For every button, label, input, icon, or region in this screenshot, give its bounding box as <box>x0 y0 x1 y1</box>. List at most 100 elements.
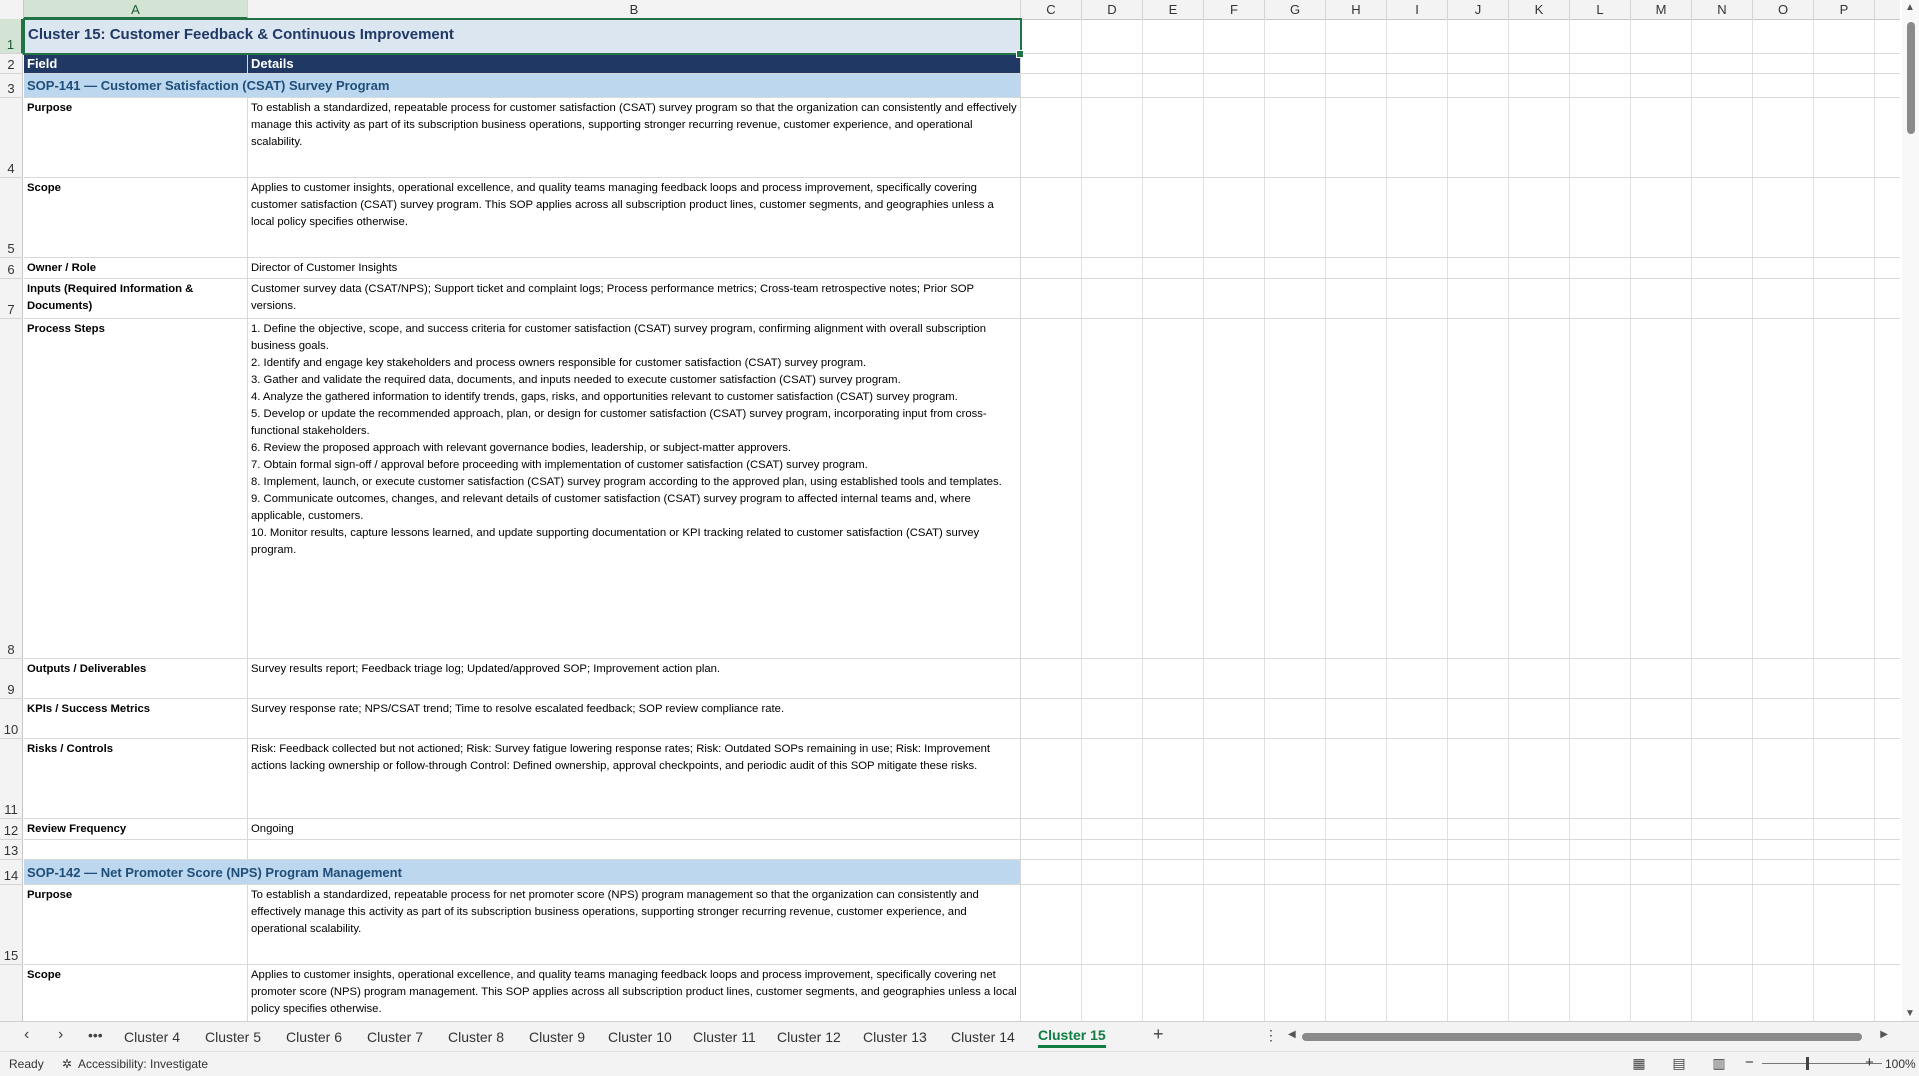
row-header-3[interactable]: 3 <box>0 74 23 98</box>
vertical-scrollbar[interactable]: ▲ ▼ <box>1902 0 1919 1021</box>
column-header-d[interactable]: D <box>1082 0 1143 19</box>
sheet-tab[interactable]: Cluster 8 <box>448 1026 504 1048</box>
sheet-tab[interactable]: Cluster 7 <box>367 1026 423 1048</box>
sheet-tab[interactable]: Cluster 11 <box>693 1026 756 1048</box>
column-header-f[interactable]: F <box>1204 0 1265 19</box>
zoom-out-icon[interactable]: − <box>1745 1054 1754 1071</box>
scroll-right-icon[interactable]: ▶ <box>1880 1029 1888 1040</box>
worksheet-grid[interactable]: A B C D E F G H I J K L M N O P 1 2 3 4 … <box>0 0 1919 1021</box>
column-header-n[interactable]: N <box>1692 0 1753 19</box>
row-header-11[interactable]: 11 <box>0 739 23 819</box>
row-header-15[interactable]: 15 <box>0 885 23 965</box>
row-header-13[interactable]: 13 <box>0 840 23 860</box>
field-label-cell[interactable]: KPIs / Success Metrics <box>24 699 248 738</box>
field-label-cell[interactable]: Purpose <box>24 885 248 964</box>
field-label-cell[interactable]: Inputs (Required Information & Documents… <box>24 279 248 318</box>
sheet-tab[interactable]: Cluster 10 <box>608 1026 672 1048</box>
row-header-9[interactable]: 9 <box>0 659 23 699</box>
sheet-tab[interactable]: Cluster 6 <box>286 1026 342 1048</box>
header-field-cell[interactable]: Field <box>24 54 248 73</box>
field-label-cell[interactable]: Owner / Role <box>24 258 248 278</box>
table-row: Field Details <box>24 54 1900 74</box>
column-header-b[interactable]: B <box>248 0 1021 19</box>
column-header-l[interactable]: L <box>1570 0 1631 19</box>
zoom-slider-knob[interactable] <box>1806 1057 1809 1070</box>
row-header-2[interactable]: 2 <box>0 54 23 74</box>
detail-cell[interactable]: Survey results report; Feedback triage l… <box>248 659 1021 698</box>
detail-cell[interactable]: Risk: Feedback collected but not actione… <box>248 739 1021 818</box>
horizontal-scrollbar[interactable]: ◀ ▶ <box>1288 1029 1888 1042</box>
detail-cell[interactable]: To establish a standardized, repeatable … <box>248 98 1021 177</box>
row-header-7[interactable]: 7 <box>0 279 23 319</box>
normal-view-icon[interactable]: ▦ <box>1630 1055 1648 1071</box>
column-header-m[interactable]: M <box>1631 0 1692 19</box>
page-break-preview-icon[interactable]: ▥ <box>1710 1055 1728 1071</box>
sheet-tab[interactable]: Cluster 12 <box>777 1026 841 1048</box>
column-header-a[interactable]: A <box>24 0 248 19</box>
field-label-cell[interactable]: Risks / Controls <box>24 739 248 818</box>
row-header-5[interactable]: 5 <box>0 178 23 258</box>
row-header-8[interactable]: 8 <box>0 319 23 659</box>
column-header-k[interactable]: K <box>1509 0 1570 19</box>
column-header-e[interactable]: E <box>1143 0 1204 19</box>
row-header-10[interactable]: 10 <box>0 699 23 739</box>
empty-cell[interactable] <box>24 840 248 859</box>
empty-cell[interactable] <box>248 840 1021 859</box>
sheet-tab[interactable]: Cluster 4 <box>124 1026 180 1048</box>
detail-cell[interactable]: Applies to customer insights, operationa… <box>248 965 1021 1021</box>
detail-cell[interactable]: Customer survey data (CSAT/NPS); Support… <box>248 279 1021 318</box>
tab-scroll-left-icon[interactable]: ‹ <box>24 1026 29 1044</box>
section-heading-cell[interactable]: SOP-141 — Customer Satisfaction (CSAT) S… <box>24 74 1021 97</box>
column-header-p[interactable]: P <box>1814 0 1875 19</box>
zoom-level[interactable]: 100% <box>1885 1057 1916 1071</box>
column-header-i[interactable]: I <box>1387 0 1448 19</box>
row-header-1[interactable]: 1 <box>0 19 23 54</box>
select-all-corner[interactable] <box>0 0 24 19</box>
section-heading-cell[interactable]: SOP-142 — Net Promoter Score (NPS) Progr… <box>24 860 1021 884</box>
add-sheet-icon[interactable]: + <box>1153 1024 1164 1045</box>
sheet-tab-active[interactable]: Cluster 15 <box>1038 1025 1106 1048</box>
column-header-g[interactable]: G <box>1265 0 1326 19</box>
field-label-cell[interactable]: Purpose <box>24 98 248 177</box>
sheet-tab[interactable]: Cluster 14 <box>951 1026 1015 1048</box>
scroll-down-icon[interactable]: ▼ <box>1905 1008 1915 1019</box>
accessibility-icon: ✲ <box>62 1057 73 1071</box>
detail-cell[interactable]: Ongoing <box>248 819 1021 839</box>
column-header-j[interactable]: J <box>1448 0 1509 19</box>
row-header-16[interactable] <box>0 965 23 1021</box>
row-header-6[interactable]: 6 <box>0 258 23 279</box>
more-tabs-icon[interactable]: ••• <box>88 1027 103 1043</box>
column-header-o[interactable]: O <box>1753 0 1814 19</box>
sheet-tab[interactable]: Cluster 9 <box>529 1026 585 1048</box>
column-header-h[interactable]: H <box>1326 0 1387 19</box>
row-header-14[interactable]: 14 <box>0 860 23 885</box>
detail-cell[interactable]: Survey response rate; NPS/CSAT trend; Ti… <box>248 699 1021 738</box>
fill-handle[interactable] <box>1016 50 1024 58</box>
process-steps-cell[interactable]: 1. Define the objective, scope, and succ… <box>248 319 1021 658</box>
sheet-tab[interactable]: Cluster 13 <box>863 1026 927 1048</box>
scroll-up-icon[interactable]: ▲ <box>1905 2 1915 13</box>
vertical-scroll-thumb[interactable] <box>1907 22 1915 134</box>
field-label-cell[interactable]: Process Steps <box>24 319 248 658</box>
detail-cell[interactable]: Director of Customer Insights <box>248 258 1021 278</box>
zoom-slider[interactable] <box>1762 1063 1882 1064</box>
field-label-cell[interactable]: Scope <box>24 965 248 1021</box>
tab-splitter-icon[interactable]: ⋮ <box>1264 1027 1278 1044</box>
detail-cell[interactable]: To establish a standardized, repeatable … <box>248 885 1021 964</box>
column-header-c[interactable]: C <box>1021 0 1082 19</box>
horizontal-scroll-thumb[interactable] <box>1302 1033 1862 1041</box>
sheet-tab[interactable]: Cluster 5 <box>205 1026 261 1048</box>
page-layout-icon[interactable]: ▤ <box>1670 1055 1688 1071</box>
row-header-12[interactable]: 12 <box>0 819 23 840</box>
field-label-cell[interactable]: Scope <box>24 178 248 257</box>
process-step: 1. Define the objective, scope, and succ… <box>251 323 987 352</box>
field-label-cell[interactable]: Review Frequency <box>24 819 248 839</box>
zoom-in-icon[interactable]: + <box>1865 1054 1874 1071</box>
scroll-left-icon[interactable]: ◀ <box>1288 1029 1296 1040</box>
detail-cell[interactable]: Applies to customer insights, operationa… <box>248 178 1021 257</box>
accessibility-status[interactable]: Accessibility: Investigate <box>78 1057 208 1071</box>
header-details-cell[interactable]: Details <box>248 54 1021 73</box>
field-label-cell[interactable]: Outputs / Deliverables <box>24 659 248 698</box>
row-header-4[interactable]: 4 <box>0 98 23 178</box>
tab-scroll-right-icon[interactable]: › <box>58 1026 63 1044</box>
